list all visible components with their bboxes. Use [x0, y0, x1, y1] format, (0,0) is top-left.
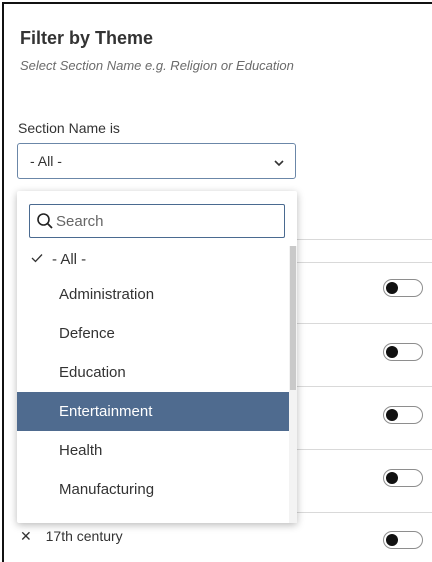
list-divider — [296, 449, 432, 450]
option-label: Health — [59, 442, 103, 459]
section-name-label: Section Name is — [18, 120, 120, 136]
theme-toggle[interactable] — [383, 406, 423, 424]
toggle-knob — [386, 472, 398, 484]
list-divider — [296, 262, 432, 263]
section-name-dropdown: - All - Administration Defence Education… — [17, 191, 297, 523]
theme-toggle[interactable] — [383, 343, 423, 361]
option-label: Administration — [59, 286, 155, 303]
option-label: Entertainment — [59, 403, 153, 420]
option-defence[interactable]: Defence — [17, 314, 289, 353]
toggle-knob — [386, 534, 398, 546]
chevron-right-icon: ✕ — [20, 528, 32, 544]
options-list: - All - Administration Defence Education… — [17, 246, 289, 509]
toggle-knob — [386, 346, 398, 358]
option-entertainment[interactable]: Entertainment — [17, 392, 289, 431]
toggle-knob — [386, 409, 398, 421]
option-label: Manufacturing — [59, 481, 155, 498]
theme-toggle[interactable] — [383, 279, 423, 297]
option-label: - All - — [52, 251, 87, 268]
panel-title: Filter by Theme — [20, 28, 154, 48]
section-name-select[interactable]: - All - — [17, 143, 296, 179]
chevron-down-icon — [274, 160, 284, 167]
theme-toggle[interactable] — [383, 531, 423, 549]
option-health[interactable]: Health — [17, 431, 289, 470]
toggle-knob — [386, 282, 398, 294]
search-input[interactable] — [56, 209, 276, 233]
option-manufacturing[interactable]: Manufacturing — [17, 470, 289, 509]
list-divider — [296, 323, 432, 324]
theme-toggle[interactable] — [383, 469, 423, 487]
scrollbar-thumb[interactable] — [290, 246, 296, 390]
option-label: Education — [59, 364, 126, 381]
dropdown-scrollbar[interactable] — [289, 246, 297, 523]
check-icon — [31, 254, 43, 263]
list-divider — [296, 239, 432, 240]
option-all[interactable]: - All - — [17, 246, 289, 275]
list-divider — [296, 386, 432, 387]
section-name-value: - All - — [30, 153, 62, 169]
list-item-label: 17th century — [45, 528, 123, 544]
option-administration[interactable]: Administration — [17, 275, 289, 314]
search-box[interactable] — [29, 204, 285, 238]
option-label: Defence — [59, 325, 115, 342]
list-item[interactable]: ✕ 17th century — [20, 528, 123, 545]
search-icon — [37, 213, 53, 229]
option-education[interactable]: Education — [17, 353, 289, 392]
panel-subtitle: Select Section Name e.g. Religion or Edu… — [20, 58, 294, 73]
list-divider — [296, 512, 432, 513]
